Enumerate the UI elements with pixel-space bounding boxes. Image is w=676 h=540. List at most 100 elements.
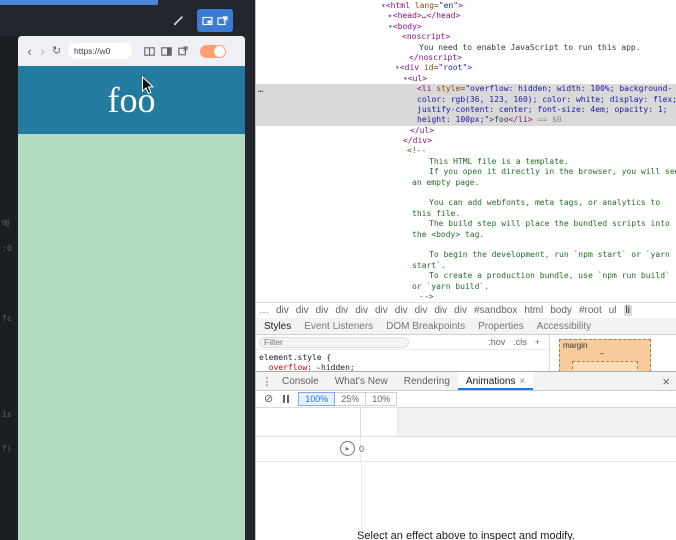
- devtools-pane: ▾<html lang="en"> ▸<head>…</head> ▾<body> <…: [255, 0, 676, 540]
- box-model-margin[interactable]: margin ‒: [559, 339, 651, 371]
- breadcrumb-item-ul[interactable]: ul: [609, 305, 617, 316]
- margin-top-value[interactable]: ‒: [600, 349, 604, 358]
- refresh-button[interactable]: ↻: [50, 45, 63, 57]
- tree-node[interactable]: ▾<html lang="en">: [256, 1, 676, 11]
- tree-node[interactable]: ▾<body>: [256, 22, 676, 32]
- open-preview-icon[interactable]: [202, 16, 213, 26]
- breadcrumb-item-div[interactable]: div: [415, 305, 428, 316]
- cls-toggle[interactable]: .cls: [513, 337, 527, 347]
- tree-token: == $0: [532, 115, 562, 125]
- drawer-close-icon[interactable]: ×: [662, 374, 670, 389]
- animation-group-row: ▸ 0: [256, 437, 676, 462]
- preview-layout-icon[interactable]: [144, 46, 155, 56]
- tree-node[interactable]: The build step will place the bundled sc…: [256, 219, 676, 229]
- breadcrumb-item-sandbox[interactable]: #sandbox: [474, 305, 517, 316]
- drawer-tab-what-s-new[interactable]: What's New: [327, 372, 396, 390]
- tab-properties[interactable]: Properties: [478, 321, 524, 332]
- drawer-tab-label: Console: [282, 375, 319, 387]
- tab-accessibility[interactable]: Accessibility: [537, 321, 591, 332]
- edit-icon[interactable]: [172, 13, 186, 27]
- tree-node[interactable]: </div>: [256, 136, 676, 146]
- animation-count: 0: [359, 444, 365, 454]
- style-property-value[interactable]: hidden;: [321, 363, 355, 371]
- tree-node[interactable]: To begin the development, run `npm start…: [256, 250, 676, 260]
- new-style-rule-button[interactable]: +: [535, 337, 540, 347]
- speed-25[interactable]: 25%: [334, 392, 367, 406]
- breadcrumb-item-div[interactable]: div: [375, 305, 388, 316]
- style-property-name[interactable]: overflow: [269, 363, 308, 371]
- drawer-tab-rendering[interactable]: Rendering: [396, 372, 458, 390]
- tree-node[interactable]: start`.: [256, 261, 676, 271]
- open-new-window-icon[interactable]: [217, 15, 228, 26]
- tree-node[interactable]: </noscript>: [256, 53, 676, 63]
- split-view-icon[interactable]: [161, 46, 172, 56]
- back-button[interactable]: ‹: [23, 45, 36, 58]
- timeline-ruler[interactable]: [362, 408, 676, 436]
- url-bar[interactable]: https://w0: [68, 43, 132, 59]
- close-tab-icon[interactable]: ×: [519, 376, 525, 387]
- screenshot-root: 메:0 fc 1s f( ‹ › ↻ https://w0 foo ▾<htm…: [0, 0, 676, 540]
- tree-node[interactable]: this file.: [256, 209, 676, 219]
- breadcrumb-item-div[interactable]: div: [316, 305, 329, 316]
- drawer-tab-animations[interactable]: Animations ×: [457, 372, 534, 390]
- tree-node[interactable]: color: rgb(36, 123, 160); color: white; …: [256, 94, 676, 105]
- clear-all-icon[interactable]: ⊘: [264, 393, 273, 405]
- tree-token: id: [423, 63, 434, 73]
- tree-node[interactable]: [256, 188, 676, 198]
- tree-token: "overflow: hidden; width: 100%; backgrou…: [465, 84, 673, 94]
- tab-dom-breakpoints[interactable]: DOM Breakpoints: [386, 321, 465, 332]
- tree-token: -->: [419, 291, 434, 301]
- tree-node[interactable]: the <body> tag.: [256, 230, 676, 240]
- replay-icon[interactable]: ▸: [340, 441, 355, 456]
- breadcrumb-item-div[interactable]: div: [355, 305, 368, 316]
- breadcrumb-item-div[interactable]: div: [296, 305, 309, 316]
- breadcrumb-item-html[interactable]: html: [524, 305, 543, 316]
- tab-event-listeners[interactable]: Event Listeners: [304, 321, 373, 332]
- tree-node[interactable]: or `yarn build`.: [256, 282, 676, 292]
- hov-toggle[interactable]: :hov: [488, 337, 505, 347]
- drawer-tab-console[interactable]: Console: [274, 372, 327, 390]
- breadcrumb-item-more[interactable]: …: [259, 305, 269, 316]
- tree-node[interactable]: [256, 240, 676, 250]
- tree-node[interactable]: You can add webfonts, meta tags, or anal…: [256, 198, 676, 208]
- tab-styles[interactable]: Styles: [264, 321, 291, 332]
- tree-node[interactable]: height: 100px;">foo</li> == $0: [256, 115, 676, 126]
- speed-100[interactable]: 100%: [298, 392, 336, 406]
- tree-node[interactable]: justify-content: center; font-size: 4em;…: [256, 104, 676, 116]
- tree-node[interactable]: <!--: [256, 146, 676, 156]
- breadcrumb-item-div[interactable]: div: [335, 305, 348, 316]
- breadcrumb-item-div[interactable]: div: [395, 305, 408, 316]
- speed-10[interactable]: 10%: [365, 392, 398, 406]
- styles-filter-input[interactable]: [259, 336, 409, 348]
- tree-token: color: rgb(36, 123, 160); color: white; …: [417, 94, 676, 104]
- breadcrumb-item-div[interactable]: div: [454, 305, 467, 316]
- open-external-icon[interactable]: [178, 46, 188, 56]
- drawer-menu-icon[interactable]: ⋮: [260, 375, 274, 388]
- tree-node[interactable]: <li style="overflow: hidden; width: 100%…: [256, 84, 676, 95]
- tree-node[interactable]: </ul>: [256, 126, 676, 136]
- element-style-rule[interactable]: element.style { overflow: ▸hidden;: [256, 350, 549, 371]
- tree-node[interactable]: This HTML file is a template.: [256, 157, 676, 167]
- tree-token: >: [458, 1, 463, 10]
- tree-node[interactable]: an empty page.: [256, 178, 676, 188]
- forward-button[interactable]: ›: [36, 45, 49, 58]
- tree-node[interactable]: ▸<head>…</head>: [256, 11, 676, 21]
- pause-icon[interactable]: [282, 390, 290, 408]
- breadcrumb-item-li[interactable]: li: [623, 305, 632, 316]
- preview-toggle[interactable]: [200, 44, 226, 58]
- breadcrumb-item-body[interactable]: body: [550, 305, 572, 316]
- tree-token: start`.: [412, 260, 446, 270]
- breadcrumb-item-div[interactable]: div: [434, 305, 447, 316]
- tree-node[interactable]: -->: [256, 292, 676, 302]
- breadcrumb-item-root[interactable]: #root: [579, 305, 602, 316]
- tree-node[interactable]: If you open it directly in the browser, …: [256, 167, 676, 177]
- editor-text-fragment: 1s: [2, 410, 12, 419]
- breadcrumb-item-div[interactable]: div: [276, 305, 289, 316]
- tree-node[interactable]: ▾<div id="root">: [256, 63, 676, 73]
- editor-pane: 메:0 fc 1s f( ‹ › ↻ https://w0 foo: [0, 0, 255, 540]
- tree-node[interactable]: <noscript>: [256, 32, 676, 42]
- tree-overflow-ellipsis: …: [258, 85, 264, 95]
- tree-node[interactable]: ▾<ul>: [256, 74, 676, 84]
- tree-node[interactable]: You need to enable JavaScript to run thi…: [256, 43, 676, 53]
- tree-node[interactable]: To create a production bundle, use `npm …: [256, 271, 676, 281]
